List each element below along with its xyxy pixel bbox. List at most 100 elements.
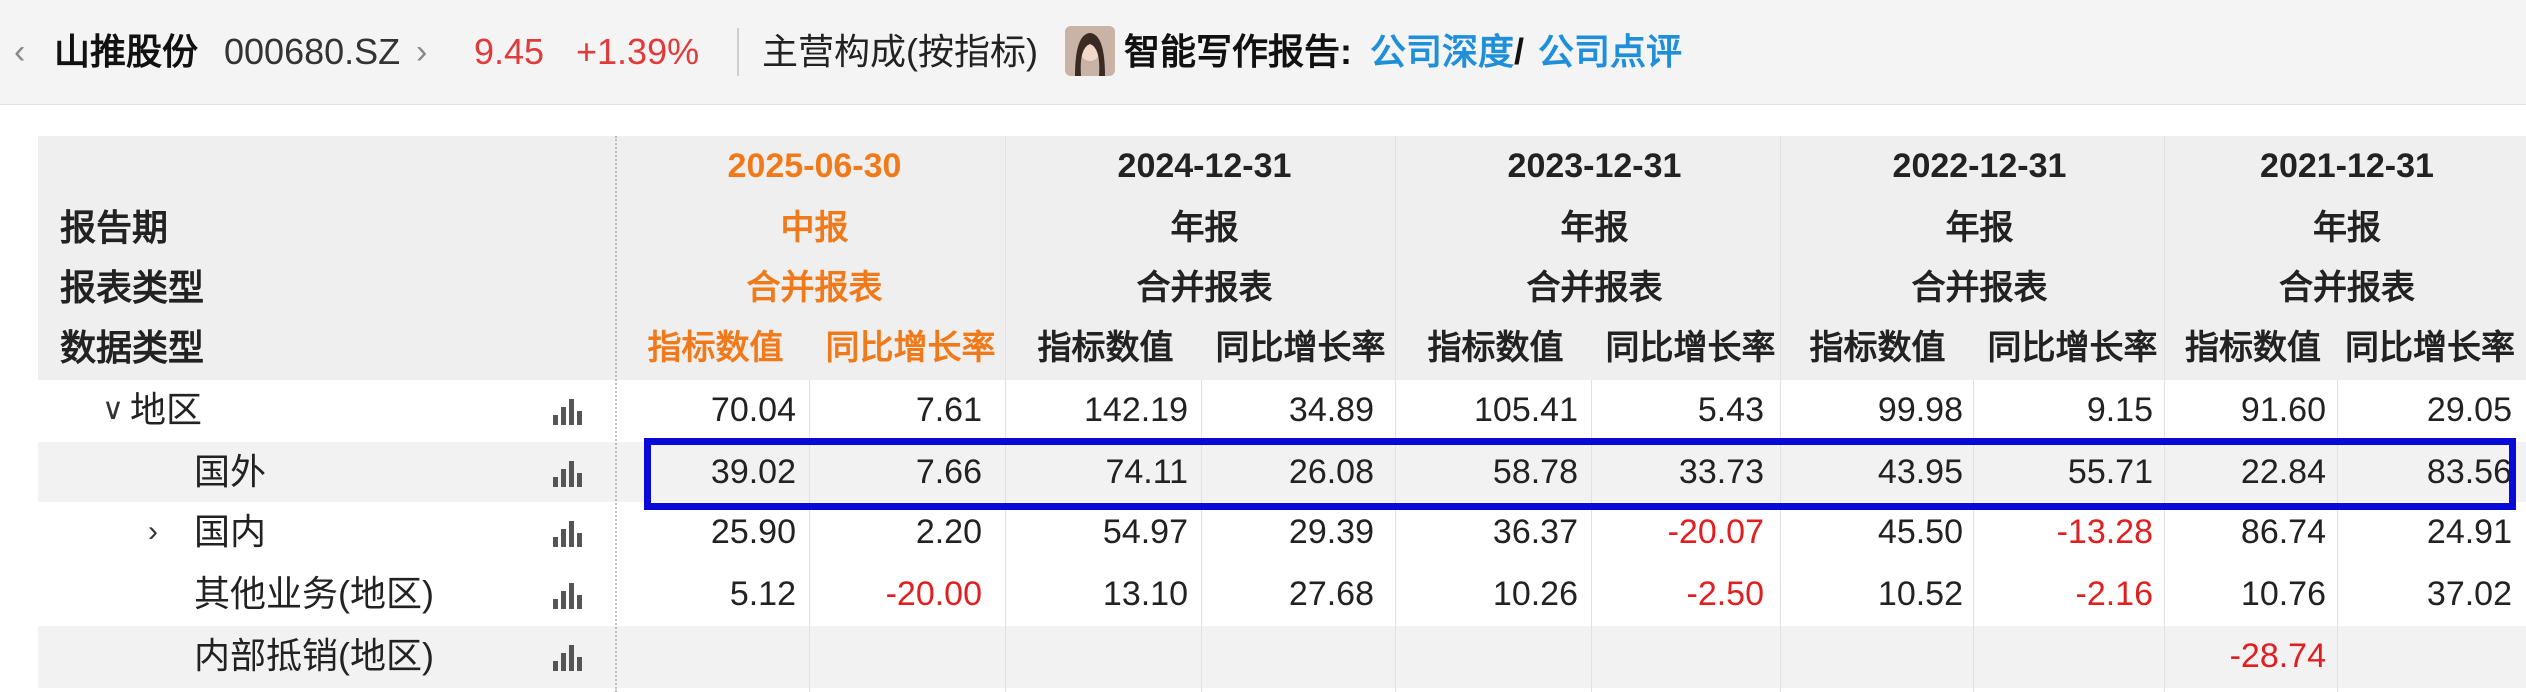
stock-code: 000680.SZ [224,31,401,72]
stock-change-pct: +1.39% [576,31,700,72]
label-data-type: 数据类型 [60,327,205,368]
yoy-growth-cell: 37.02 [2426,575,2512,613]
yoy-growth-header: 同比增长率 [2345,329,2515,367]
metric-value-cell [1008,626,1188,686]
metric-value-header: 指标数值 [647,329,784,367]
metric-value-cell: 45.50 [1877,513,1963,551]
bar-chart-icon[interactable] [553,397,583,425]
table-row[interactable]: 其他业务(地区) 5.12 -20.00 13.10 27.68 10.26 -2.50 10… [38,564,2526,626]
metric-value-cell: 99.98 [1877,391,1963,429]
label-report-type: 报表类型 [60,267,205,308]
metric-value-cell: -28.74 [2229,637,2326,675]
yoy-growth-cell: 5.43 [1697,391,1764,429]
period-date: 2021-12-31 [2260,147,2434,185]
next-stock-arrow[interactable]: › [416,24,427,80]
period-report: 年报 [1945,209,2014,247]
row-label: 内部抵销(地区) [194,635,434,676]
bar-chart-icon[interactable] [553,581,583,609]
row-label: 国外 [194,451,267,492]
metric-value-header: 指标数值 [2185,329,2321,367]
ai-writer-avatar [1065,26,1115,76]
yoy-growth-cell [1584,626,1764,686]
row-label: 地区 [130,389,203,430]
yoy-growth-cell [2332,626,2512,686]
company-review-link[interactable]: 公司点评 [1538,24,1682,80]
label-report-period: 报告期 [60,207,169,248]
metric-value-cell [1398,626,1578,686]
stock-price: 9.45 [474,31,545,72]
period-date: 2022-12-31 [1892,147,2067,185]
table-row[interactable]: › 国内 25.90 2.20 54.97 29.39 36.37 -20.07 45.50 -1… [38,502,2526,564]
header-divider [737,28,739,76]
metric-value-header: 指标数值 [1037,329,1174,367]
column-divider [809,380,810,692]
highlight-box-overseas-row [644,438,2516,510]
row-label: 其他业务(地区) [194,573,434,614]
period-statement: 合并报表 [746,269,883,307]
period-statement: 合并报表 [1911,269,2048,307]
column-divider [1395,136,1396,692]
column-divider [2337,380,2338,692]
link-separator: / [1514,31,1525,72]
smart-report-label: 智能写作报告: [1124,31,1352,72]
bar-chart-icon[interactable] [553,643,583,671]
yoy-growth-cell: -2.50 [1686,575,1765,613]
metric-value-cell [616,626,796,686]
yoy-growth-cell: 29.05 [2426,391,2512,429]
period-report: 中报 [780,209,849,247]
collapse-chevron-icon[interactable]: ∨ [102,380,124,440]
period-report: 年报 [1560,209,1629,247]
metric-value-cell: 10.26 [1492,575,1578,613]
yoy-growth-cell [802,626,982,686]
stock-name: 山推股份 [54,31,199,72]
period-statement: 合并报表 [2279,269,2415,307]
prev-stock-arrow[interactable]: ‹ [14,24,25,80]
section-title: 主营构成(按指标) [762,31,1038,72]
yoy-growth-cell: -2.16 [2075,575,2154,613]
table-row[interactable]: ∨ 地区 70.04 7.61 142.19 34.89 105.41 5.43 99.98 9.… [38,380,2526,442]
column-divider [1780,136,1781,692]
metric-value-cell: 13.10 [1102,575,1188,613]
bar-chart-icon[interactable] [553,519,583,547]
metric-value-header: 指标数值 [1427,329,1564,367]
frozen-column-divider [615,136,617,692]
metric-value-header: 指标数值 [1809,329,1946,367]
metric-value-cell: 36.37 [1492,513,1578,551]
period-date: 2025-06-30 [727,147,902,185]
company-deep-link[interactable]: 公司深度 [1370,24,1514,80]
period-statement: 合并报表 [1526,269,1663,307]
yoy-growth-header: 同比增长率 [1215,329,1386,367]
metric-value-cell: 91.60 [2240,391,2326,429]
yoy-growth-cell: 34.89 [1288,391,1374,429]
period-report: 年报 [1170,209,1239,247]
period-statement: 合并报表 [1136,269,1273,307]
metric-value-cell: 70.04 [710,391,796,429]
yoy-growth-cell: 24.91 [2426,513,2512,551]
yoy-growth-cell: -13.28 [2056,513,2153,551]
yoy-growth-header: 同比增长率 [1605,329,1776,367]
yoy-growth-cell [1973,626,2153,686]
yoy-growth-cell: 9.15 [2086,391,2153,429]
stock-header-bar: ‹ 山推股份 000680.SZ › 9.45 +1.39% 主营构成(按指标)… [0,0,2526,105]
metric-value-cell: 10.76 [2240,575,2326,613]
metric-value-cell: 86.74 [2240,513,2326,551]
bar-chart-icon[interactable] [553,459,583,487]
period-report: 年报 [2313,209,2381,247]
column-divider [1005,136,1006,692]
metric-value-cell: 10.52 [1877,575,1963,613]
column-divider [1591,380,1592,692]
yoy-growth-cell: 27.68 [1288,575,1374,613]
yoy-growth-header: 同比增长率 [825,329,996,367]
metric-value-cell: 142.19 [1084,391,1188,429]
period-date: 2023-12-31 [1507,147,1682,185]
yoy-growth-cell: 2.20 [915,513,982,551]
column-divider [1973,380,1974,692]
metric-value-cell: 105.41 [1474,391,1578,429]
metric-value-cell: 54.97 [1102,513,1188,551]
table-row[interactable]: 内部抵销(地区) -28.74 [38,626,2526,688]
expand-chevron-icon[interactable]: › [148,502,158,562]
yoy-growth-cell: 7.61 [915,391,982,429]
column-divider [2164,136,2165,692]
metric-value-cell [1783,626,1963,686]
yoy-growth-cell [1194,626,1374,686]
